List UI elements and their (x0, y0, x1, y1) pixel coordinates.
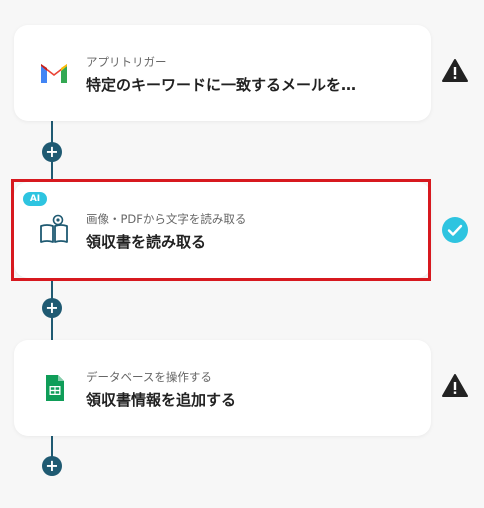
step-title: 領収書情報を追加する (86, 391, 237, 409)
ai-badge: AI (23, 192, 47, 206)
add-step-button-2[interactable]: + (42, 298, 62, 318)
book-reader-icon (40, 214, 68, 243)
step-title: 領収書を読み取る (86, 233, 207, 251)
step-card-google-sheets[interactable]: データベースを操作する 領収書情報を追加する (14, 340, 431, 436)
google-sheets-icon (46, 375, 64, 401)
step-card-ai-ocr[interactable]: 画像・PDFから文字を読み取る 領収書を読み取る (14, 182, 431, 278)
add-step-button-3[interactable]: + (42, 456, 62, 476)
check-icon (442, 217, 468, 243)
warning-icon (442, 59, 468, 82)
step-card-gmail-trigger[interactable]: アプリトリガー 特定のキーワードに一致するメールを… (14, 25, 431, 121)
add-step-button-1[interactable]: + (42, 142, 62, 162)
step-title: 特定のキーワードに一致するメールを… (86, 76, 357, 94)
step-subtitle: 画像・PDFから文字を読み取る (86, 212, 247, 226)
gmail-icon (41, 64, 67, 83)
step-subtitle: データベースを操作する (86, 370, 212, 384)
warning-icon (442, 374, 468, 397)
step-subtitle: アプリトリガー (86, 55, 167, 69)
